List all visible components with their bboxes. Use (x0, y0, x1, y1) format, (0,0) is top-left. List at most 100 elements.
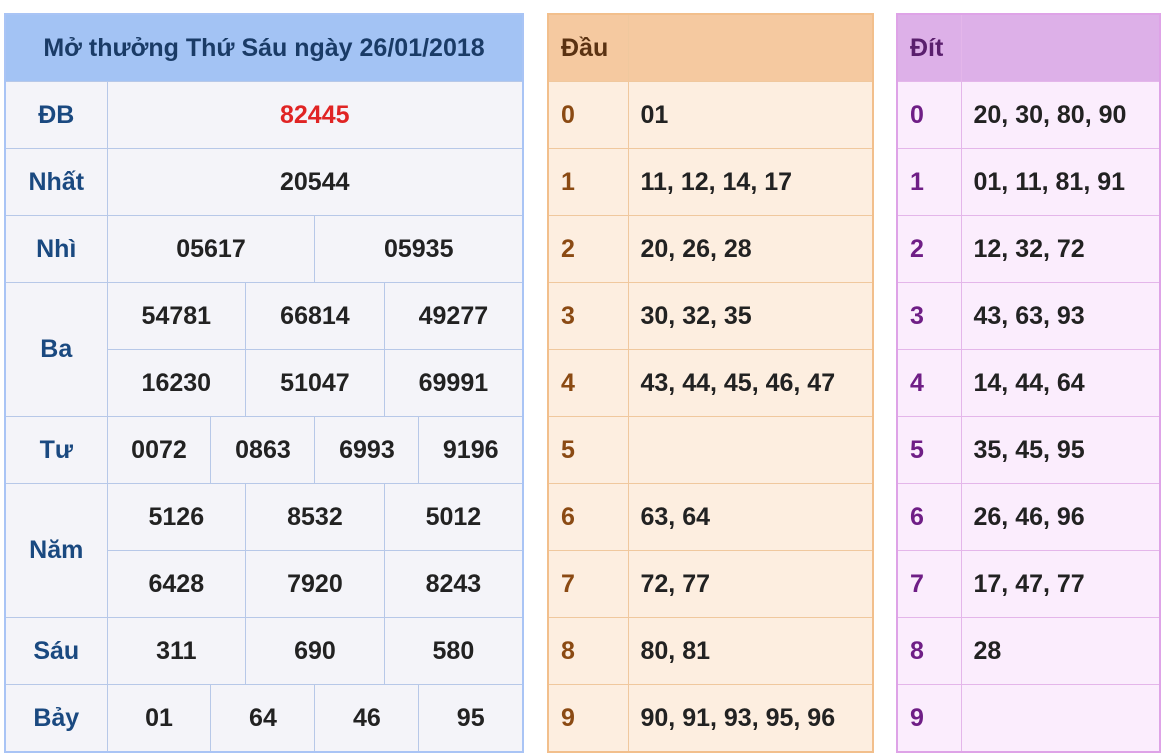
dit-values: 20, 30, 80, 90 (960, 81, 1161, 149)
prize-value: 05935 (314, 215, 524, 283)
dau-header: Đầu (547, 13, 629, 82)
dit-key: 6 (896, 483, 962, 551)
prize-label-bay: Bảy (4, 684, 108, 753)
dau-key: 0 (547, 81, 629, 149)
dit-key: 5 (896, 416, 962, 484)
prize-value: 54781 (106, 282, 247, 350)
dau-row: 7 72, 77 (547, 550, 874, 618)
prize-row-nam: Năm 5126 8532 5012 (4, 483, 524, 618)
dau-key: 7 (547, 550, 629, 618)
dau-values: 80, 81 (627, 617, 874, 685)
dit-values: 17, 47, 77 (960, 550, 1161, 618)
dit-header: Đít (896, 13, 962, 82)
dit-key: 9 (896, 684, 962, 753)
dau-values (627, 416, 874, 484)
dit-row: 3 43, 63, 93 (896, 282, 1161, 350)
dau-key: 9 (547, 684, 629, 753)
dit-header-blank (960, 13, 1161, 82)
dit-row: 0 20, 30, 80, 90 (896, 81, 1161, 149)
prize-row-bay: Bảy 01 64 46 95 (4, 684, 524, 753)
prize-value: 95 (418, 684, 524, 753)
prize-value: 311 (106, 617, 247, 685)
dau-header-blank (627, 13, 874, 82)
prize-value: 16230 (106, 349, 247, 417)
dau-key: 8 (547, 617, 629, 685)
dau-values: 01 (627, 81, 874, 149)
prize-value: 82445 (106, 81, 524, 149)
dit-row: 4 14, 44, 64 (896, 349, 1161, 417)
prize-value: 580 (383, 617, 524, 685)
dau-row: 3 30, 32, 35 (547, 282, 874, 350)
prize-row-nhat: Nhất 20544 (4, 148, 524, 216)
prize-value: 05617 (106, 215, 316, 283)
prize-row-db: ĐB 82445 (4, 81, 524, 149)
prize-value: 46 (314, 684, 420, 753)
dit-row: 5 35, 45, 95 (896, 416, 1161, 484)
dau-key: 1 (547, 148, 629, 216)
prize-label-nhat: Nhất (4, 148, 108, 216)
dau-row: 1 11, 12, 14, 17 (547, 148, 874, 216)
prize-value: 7920 (245, 550, 385, 618)
prize-value: 0072 (106, 416, 212, 484)
prize-label-ba: Ba (4, 282, 108, 417)
dit-key: 7 (896, 550, 962, 618)
prize-value: 69991 (383, 349, 524, 417)
dit-values (960, 684, 1161, 753)
dau-values: 11, 12, 14, 17 (627, 148, 874, 216)
dit-key: 0 (896, 81, 962, 149)
prize-value: 49277 (383, 282, 524, 350)
dau-row: 0 01 (547, 81, 874, 149)
dau-values: 30, 32, 35 (627, 282, 874, 350)
prize-row-tu: Tư 0072 0863 6993 9196 (4, 416, 524, 484)
dit-values: 12, 32, 72 (960, 215, 1161, 283)
dau-table: Đầu 0 01 1 11, 12, 14, 17 2 20, 26, 28 3 30,… (547, 13, 874, 753)
dau-key: 3 (547, 282, 629, 350)
dit-row: 8 28 (896, 617, 1161, 685)
prize-label-tu: Tư (4, 416, 108, 484)
prize-value: 6993 (314, 416, 420, 484)
dit-values: 35, 45, 95 (960, 416, 1161, 484)
prize-value: 8243 (383, 550, 524, 618)
dau-row: 8 80, 81 (547, 617, 874, 685)
results-header-row: Mở thưởng Thứ Sáu ngày 26/01/2018 (4, 13, 524, 82)
dit-values: 28 (960, 617, 1161, 685)
prize-value: 5012 (383, 483, 524, 551)
dau-values: 43, 44, 45, 46, 47 (627, 349, 874, 417)
dau-key: 5 (547, 416, 629, 484)
dit-row: 7 17, 47, 77 (896, 550, 1161, 618)
dit-row: 9 (896, 684, 1161, 753)
results-table: Mở thưởng Thứ Sáu ngày 26/01/2018 ĐB 824… (4, 13, 524, 753)
dau-row: 5 (547, 416, 874, 484)
dit-row: 1 01, 11, 81, 91 (896, 148, 1161, 216)
dau-header-row: Đầu (547, 13, 874, 82)
dau-values: 72, 77 (627, 550, 874, 618)
dau-row: 6 63, 64 (547, 483, 874, 551)
prize-value: 64 (210, 684, 316, 753)
prize-row-nhi: Nhì 05617 05935 (4, 215, 524, 283)
dit-header-row: Đít (896, 13, 1161, 82)
prize-value: 6428 (106, 550, 247, 618)
prize-value: 66814 (245, 282, 385, 350)
results-title: Mở thưởng Thứ Sáu ngày 26/01/2018 (4, 13, 524, 82)
prize-value: 8532 (245, 483, 385, 551)
prize-row-sau: Sáu 311 690 580 (4, 617, 524, 685)
dit-values: 01, 11, 81, 91 (960, 148, 1161, 216)
prize-value: 51047 (245, 349, 385, 417)
prize-value: 9196 (418, 416, 524, 484)
prize-value: 20544 (106, 148, 524, 216)
prize-value: 5126 (106, 483, 247, 551)
dau-row: 9 90, 91, 93, 95, 96 (547, 684, 874, 753)
prize-label-db: ĐB (4, 81, 108, 149)
dit-key: 1 (896, 148, 962, 216)
dau-key: 2 (547, 215, 629, 283)
prize-row-ba: Ba 54781 66814 49277 (4, 282, 524, 417)
dit-row: 2 12, 32, 72 (896, 215, 1161, 283)
dit-values: 43, 63, 93 (960, 282, 1161, 350)
prize-value: 01 (106, 684, 212, 753)
dit-table: Đít 0 20, 30, 80, 90 1 01, 11, 81, 91 2 12,… (896, 13, 1161, 753)
dau-key: 4 (547, 349, 629, 417)
dau-values: 20, 26, 28 (627, 215, 874, 283)
prize-label-nhi: Nhì (4, 215, 108, 283)
dit-values: 14, 44, 64 (960, 349, 1161, 417)
dit-key: 3 (896, 282, 962, 350)
